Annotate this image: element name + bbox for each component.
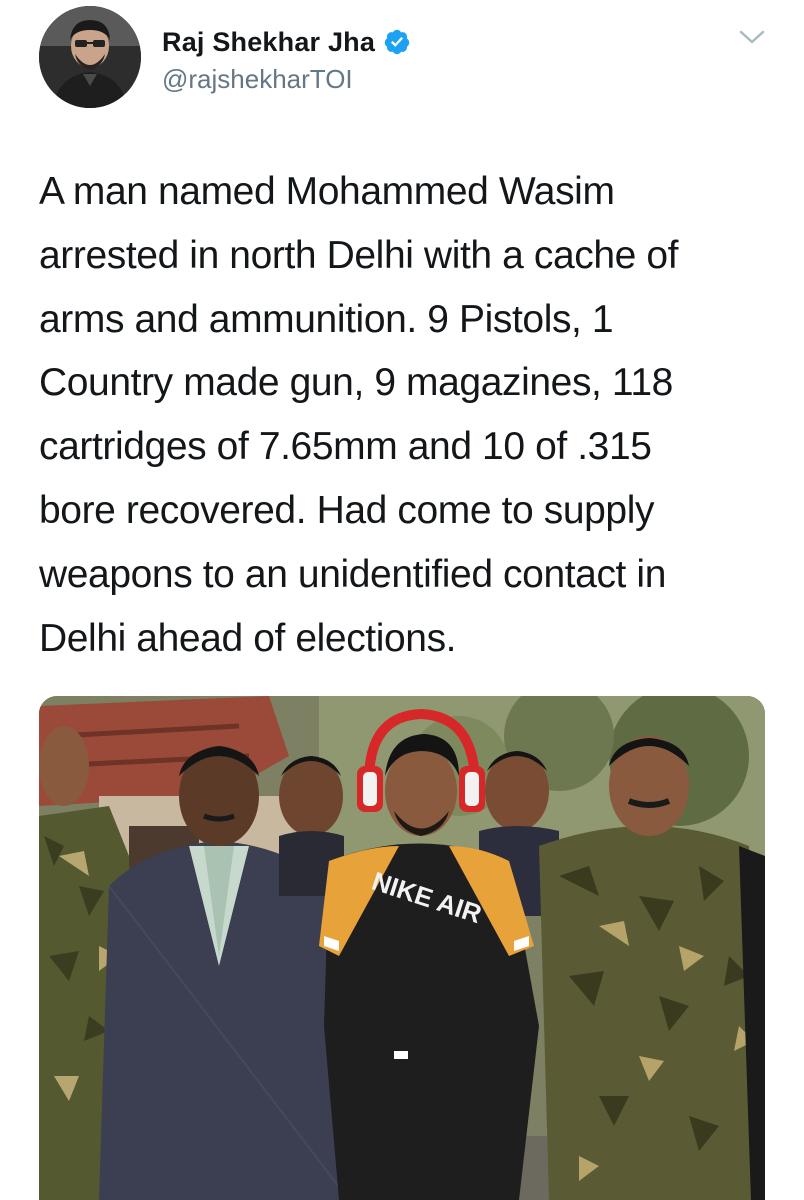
avatar-image xyxy=(39,6,141,108)
handle[interactable]: @rajshekharTOI xyxy=(162,64,411,95)
author-block: Raj Shekhar Jha @rajshekharTOI xyxy=(162,24,411,95)
chevron-down-icon[interactable] xyxy=(738,28,766,48)
name-row: Raj Shekhar Jha xyxy=(162,24,411,60)
photo-image: NIKE AIR xyxy=(39,696,765,1200)
tweet-text: A man named Mohammed Wasim arrested in n… xyxy=(39,170,679,660)
display-name[interactable]: Raj Shekhar Jha xyxy=(162,27,375,58)
tweet-card: Raj Shekhar Jha @rajshekharTOI A man nam… xyxy=(0,0,804,1200)
avatar[interactable] xyxy=(39,6,141,108)
verified-badge-icon xyxy=(384,29,410,55)
tweet-media-photo[interactable]: NIKE AIR xyxy=(39,696,765,1200)
